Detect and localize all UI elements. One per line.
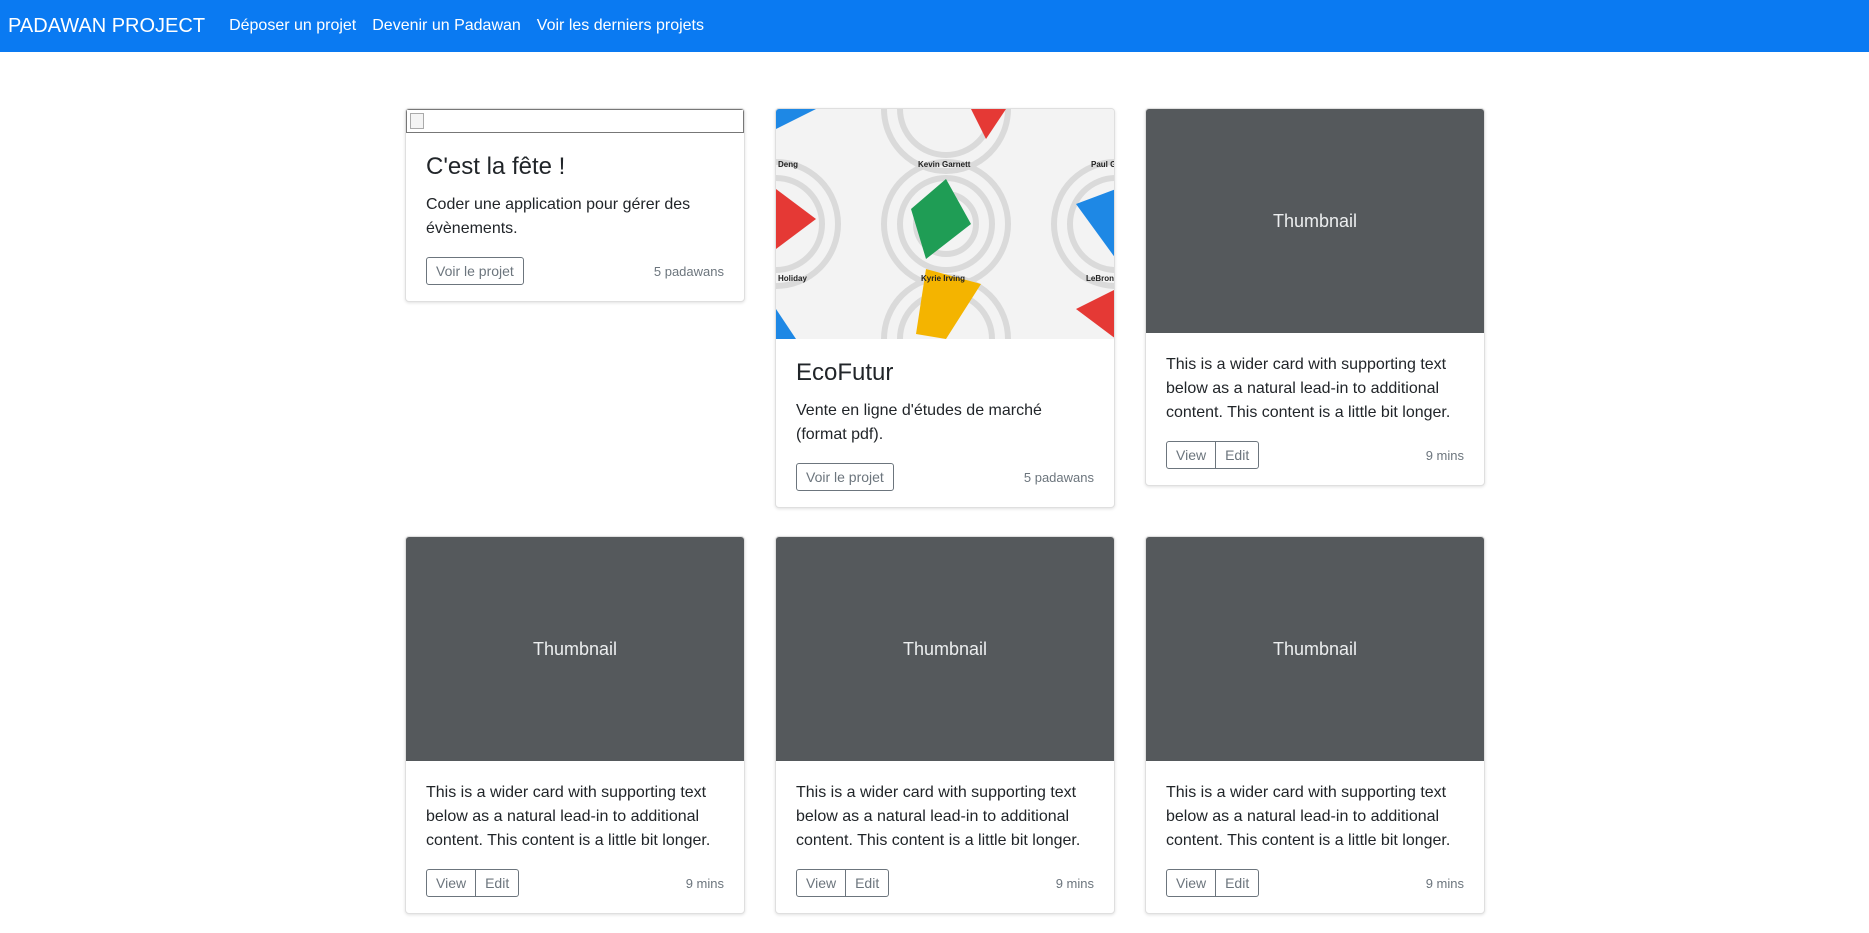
nav-link-devenir[interactable]: Devenir un Padawan xyxy=(372,17,521,35)
edit-button[interactable]: Edit xyxy=(1215,441,1260,469)
time-ago: 9 mins xyxy=(685,875,724,891)
thumbnail-card: Thumbnail This is a wider card with supp… xyxy=(775,536,1115,914)
radar-label-irving: Kyrie Irving xyxy=(921,274,965,283)
thumbnail-card: Thumbnail This is a wider card with supp… xyxy=(1145,108,1485,486)
image-placeholder-icon xyxy=(410,113,424,129)
radar-label-paul: Paul G xyxy=(1091,160,1114,169)
nav-link-deposer[interactable]: Déposer un projet xyxy=(229,17,356,35)
project-card-fete: C'est la fête ! Coder une application po… xyxy=(405,108,745,302)
thumbnail-placeholder: Thumbnail xyxy=(406,537,744,761)
brand-logo[interactable]: PADAWAN PROJECT xyxy=(8,15,205,38)
card-title: EcoFutur xyxy=(796,359,894,386)
view-button[interactable]: View xyxy=(796,869,847,897)
card-text: Vente en ligne d'études de marché (forma… xyxy=(796,402,1042,443)
card-title: C'est la fête ! xyxy=(426,153,566,180)
edit-button[interactable]: Edit xyxy=(1215,869,1260,897)
radar-label-holiday: Holiday xyxy=(778,274,807,283)
card-text: This is a wider card with supporting tex… xyxy=(796,784,1081,849)
voir-projet-button[interactable]: Voir le projet xyxy=(426,257,524,285)
edit-button[interactable]: Edit xyxy=(475,869,520,897)
card-text: Coder une application pour gérer des évè… xyxy=(426,196,691,237)
card-actions: View Edit xyxy=(796,869,890,897)
thumbnail-placeholder: Thumbnail xyxy=(776,537,1114,761)
card-text: This is a wider card with supporting tex… xyxy=(1166,784,1451,849)
edit-button[interactable]: Edit xyxy=(845,869,890,897)
project-card-ecofutur: Deng Kevin Garnett Paul G Holiday Kyrie … xyxy=(775,108,1115,508)
view-button[interactable]: View xyxy=(426,869,477,897)
navbar: PADAWAN PROJECT Déposer un projet Deveni… xyxy=(0,0,1869,52)
thumbnail-card: Thumbnail This is a wider card with supp… xyxy=(1145,536,1485,914)
radar-label-lebron: LeBron xyxy=(1086,274,1114,283)
time-ago: 9 mins xyxy=(1425,875,1464,891)
project-image: Deng Kevin Garnett Paul G Holiday Kyrie … xyxy=(776,109,1114,339)
broken-image-icon xyxy=(406,109,744,133)
thumbnail-placeholder: Thumbnail xyxy=(1146,537,1484,761)
time-ago: 9 mins xyxy=(1425,447,1464,463)
thumbnail-placeholder: Thumbnail xyxy=(1146,109,1484,333)
padawans-count: 5 padawans xyxy=(653,263,724,279)
thumbnail-card: Thumbnail This is a wider card with supp… xyxy=(405,536,745,914)
radar-label-garnett: Kevin Garnett xyxy=(918,160,971,169)
card-text: This is a wider card with supporting tex… xyxy=(1166,356,1451,421)
radar-label-deng: Deng xyxy=(778,160,798,169)
card-actions: View Edit xyxy=(1166,869,1260,897)
view-button[interactable]: View xyxy=(1166,869,1217,897)
padawans-count: 5 padawans xyxy=(1023,469,1094,485)
radar-charts-image: Deng Kevin Garnett Paul G Holiday Kyrie … xyxy=(776,109,1114,339)
card-text: This is a wider card with supporting tex… xyxy=(426,784,711,849)
nav-link-derniers[interactable]: Voir les derniers projets xyxy=(537,17,704,35)
card-actions: View Edit xyxy=(1166,441,1260,469)
card-actions: View Edit xyxy=(426,869,520,897)
view-button[interactable]: View xyxy=(1166,441,1217,469)
voir-projet-button[interactable]: Voir le projet xyxy=(796,463,894,491)
time-ago: 9 mins xyxy=(1055,875,1094,891)
